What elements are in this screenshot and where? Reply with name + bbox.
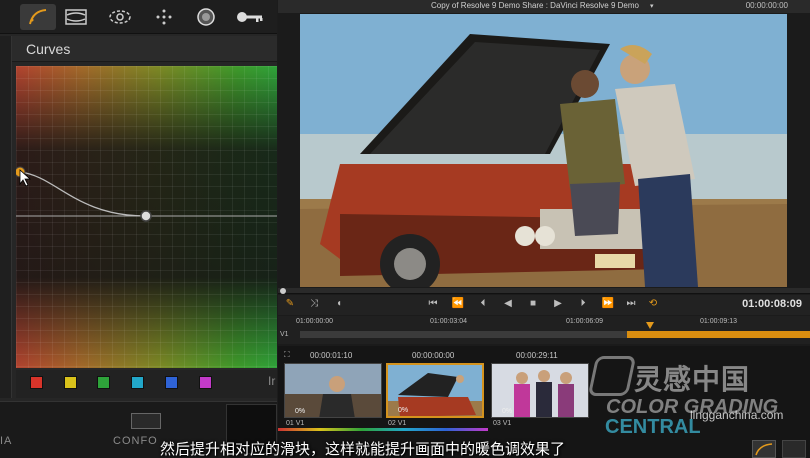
clip-label: 02 V1: [388, 420, 407, 427]
panel-title: Curves: [26, 41, 71, 57]
watermark-url: lingganchina.com: [690, 408, 784, 422]
window-icon[interactable]: [102, 4, 138, 30]
key-icon[interactable]: [232, 4, 268, 30]
curve-editor[interactable]: [16, 66, 277, 368]
transport-timecode: 01:00:08:09: [742, 298, 802, 310]
blur-icon[interactable]: [188, 4, 224, 30]
speaker-icon[interactable]: ◖: [331, 298, 347, 309]
viewer-scrubber[interactable]: [278, 288, 810, 294]
play-reverse-icon[interactable]: ◀: [500, 298, 516, 309]
warper-icon[interactable]: [58, 4, 94, 30]
subtitle-caption: 然后提升相对应的滑块，这样就能提升画面中的暖色调效果了: [160, 441, 566, 458]
curve-line: [19, 171, 147, 217]
step-forward-icon[interactable]: ⏵: [575, 298, 591, 309]
clip-timecode: 00:00:29:11: [516, 351, 558, 360]
ruler-label: 01:00:09:13: [700, 318, 737, 325]
clip-thumbnail-2[interactable]: 0%: [386, 363, 484, 418]
palette-toolbar: [0, 0, 277, 34]
channel-magenta-button[interactable]: [199, 376, 212, 389]
tab-media[interactable]: IA: [0, 435, 12, 447]
channel-yellow-button[interactable]: [64, 376, 77, 389]
viewer-header: Copy of Resolve 9 Demo Share : DaVinci R…: [278, 0, 810, 13]
clip-color-bar: [278, 428, 488, 431]
video-frame: [300, 14, 787, 287]
stop-icon[interactable]: ■: [525, 298, 541, 309]
clip-percent: 0%: [295, 408, 306, 415]
viewer-title[interactable]: Copy of Resolve 9 Demo Share : DaVinci R…: [431, 1, 639, 10]
video-viewer[interactable]: [300, 14, 787, 287]
clip-thumbnail-1[interactable]: 0%: [284, 363, 382, 418]
fast-forward-icon[interactable]: ⏩: [600, 298, 616, 309]
ruler-label: 01:00:06:09: [566, 318, 603, 325]
curves-icon[interactable]: [20, 4, 56, 30]
pencil-icon[interactable]: ✎: [282, 298, 298, 309]
ruler-label: 01:00:03:04: [430, 318, 467, 325]
play-icon[interactable]: ▶: [550, 298, 566, 309]
watermark-central: CENTRAL: [605, 416, 701, 438]
curve-control-point[interactable]: [140, 210, 152, 222]
curve-graph: [16, 166, 277, 222]
track-label: V1: [280, 331, 289, 338]
channel-blue-button[interactable]: [165, 376, 178, 389]
clip-percent: 0%: [502, 408, 513, 415]
current-clip-range[interactable]: [627, 331, 810, 338]
transport-bar: ✎ ⤨ ◖ ⏮ ⏪ ⏴ ◀ ■ ▶ ⏵ ⏩ ⏭ ⟲ 01:00:08:09: [278, 295, 810, 315]
app-window: Curves Ir IA CONFO Copy of Resolve 9 Dem…: [0, 0, 810, 458]
conform-icon: [131, 413, 161, 429]
playhead-icon[interactable]: [646, 322, 654, 329]
last-frame-icon[interactable]: ⏭: [623, 298, 639, 309]
panel-header: Curves: [12, 36, 277, 62]
warper-mini-icon[interactable]: [782, 440, 806, 458]
first-frame-icon[interactable]: ⏮: [425, 298, 441, 309]
channel-cyan-button[interactable]: [131, 376, 144, 389]
panel-cut-label: Ir: [268, 374, 276, 388]
side-strip: [0, 36, 12, 398]
tracker-icon[interactable]: [146, 4, 182, 30]
step-back-icon[interactable]: ⏴: [475, 298, 491, 309]
clip-timecode: 00:00:00:00: [412, 351, 455, 360]
curves-mini-icon[interactable]: [752, 440, 776, 458]
clip-label: 01 V1: [286, 420, 305, 427]
watermark-cn: 灵感中国: [634, 364, 751, 395]
clip-percent: 0%: [398, 407, 409, 414]
tab-conform[interactable]: CONFO: [113, 435, 158, 447]
clip-label: 03 V1: [493, 420, 512, 427]
scrubber-handle[interactable]: [280, 288, 286, 294]
shuffle-icon[interactable]: ⤨: [306, 298, 322, 309]
curve-channel-selectors: [16, 370, 277, 398]
color-panel: Curves Ir IA CONFO: [0, 0, 277, 458]
expand-icon[interactable]: ⛶: [284, 350, 290, 360]
ruler-label: 01:00:00:00: [296, 318, 333, 325]
loop-icon[interactable]: ⟲: [645, 298, 661, 309]
viewer-timecode: 00:00:00:00: [745, 1, 788, 10]
mini-timeline[interactable]: 01:00:00:00 01:00:03:04 01:00:06:09 01:0…: [278, 316, 810, 344]
channel-red-button[interactable]: [30, 376, 43, 389]
channel-green-button[interactable]: [97, 376, 110, 389]
clip-thumbnail-3[interactable]: 0%: [491, 363, 589, 418]
rewind-icon[interactable]: ⏪: [450, 298, 466, 309]
clip-timecode: 00:00:01:10: [310, 351, 353, 360]
chevron-down-icon[interactable]: ▾: [650, 2, 654, 10]
